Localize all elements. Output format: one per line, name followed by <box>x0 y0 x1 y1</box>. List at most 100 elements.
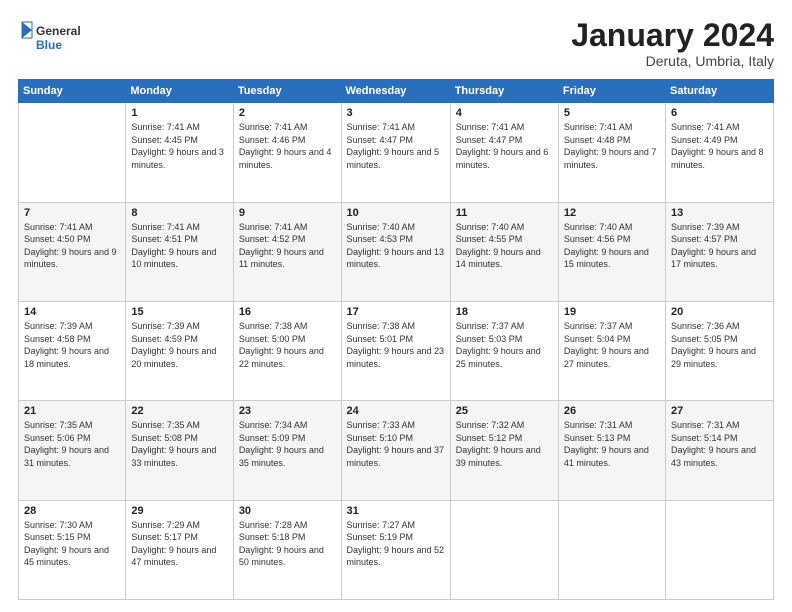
cell-info: Sunrise: 7:41 AM Sunset: 4:49 PM Dayligh… <box>671 121 768 171</box>
table-cell: 3 Sunrise: 7:41 AM Sunset: 4:47 PM Dayli… <box>341 103 450 202</box>
table-cell: 12 Sunrise: 7:40 AM Sunset: 4:56 PM Dayl… <box>558 202 665 301</box>
cell-daylight: Daylight: 9 hours and 13 minutes. <box>347 246 445 271</box>
cell-date: 22 <box>131 405 227 417</box>
table-cell <box>558 500 665 599</box>
cell-sunset: Sunset: 4:53 PM <box>347 233 445 246</box>
cell-sunrise: Sunrise: 7:41 AM <box>564 121 660 134</box>
cell-daylight: Daylight: 9 hours and 50 minutes. <box>239 544 336 569</box>
cell-date: 4 <box>456 107 553 119</box>
cell-sunrise: Sunrise: 7:31 AM <box>671 419 768 432</box>
cell-info: Sunrise: 7:41 AM Sunset: 4:45 PM Dayligh… <box>131 121 227 171</box>
cell-daylight: Daylight: 9 hours and 27 minutes. <box>564 345 660 370</box>
cell-sunset: Sunset: 5:09 PM <box>239 432 336 445</box>
cell-sunrise: Sunrise: 7:39 AM <box>131 320 227 333</box>
cell-date: 20 <box>671 306 768 318</box>
table-cell: 17 Sunrise: 7:38 AM Sunset: 5:01 PM Dayl… <box>341 301 450 400</box>
cell-info: Sunrise: 7:41 AM Sunset: 4:50 PM Dayligh… <box>24 221 120 271</box>
table-cell: 6 Sunrise: 7:41 AM Sunset: 4:49 PM Dayli… <box>665 103 773 202</box>
svg-text:Blue: Blue <box>36 38 62 52</box>
cell-info: Sunrise: 7:27 AM Sunset: 5:19 PM Dayligh… <box>347 519 445 569</box>
cell-date: 15 <box>131 306 227 318</box>
cell-sunrise: Sunrise: 7:38 AM <box>239 320 336 333</box>
cell-info: Sunrise: 7:38 AM Sunset: 5:00 PM Dayligh… <box>239 320 336 370</box>
header: General Blue January 2024 Deruta, Umbria… <box>18 18 774 69</box>
cell-sunrise: Sunrise: 7:30 AM <box>24 519 120 532</box>
cell-date: 17 <box>347 306 445 318</box>
cell-sunset: Sunset: 4:58 PM <box>24 333 120 346</box>
table-cell: 25 Sunrise: 7:32 AM Sunset: 5:12 PM Dayl… <box>450 401 558 500</box>
cell-daylight: Daylight: 9 hours and 39 minutes. <box>456 444 553 469</box>
table-cell: 7 Sunrise: 7:41 AM Sunset: 4:50 PM Dayli… <box>19 202 126 301</box>
cell-sunset: Sunset: 5:05 PM <box>671 333 768 346</box>
week-row-4: 21 Sunrise: 7:35 AM Sunset: 5:06 PM Dayl… <box>19 401 774 500</box>
cell-date: 12 <box>564 207 660 219</box>
cell-date: 10 <box>347 207 445 219</box>
cell-date: 18 <box>456 306 553 318</box>
cell-sunrise: Sunrise: 7:37 AM <box>456 320 553 333</box>
cell-daylight: Daylight: 9 hours and 10 minutes. <box>131 246 227 271</box>
weekday-header-row: Sunday Monday Tuesday Wednesday Thursday… <box>19 80 774 103</box>
cell-sunset: Sunset: 5:15 PM <box>24 531 120 544</box>
cell-date: 16 <box>239 306 336 318</box>
table-cell: 15 Sunrise: 7:39 AM Sunset: 4:59 PM Dayl… <box>126 301 233 400</box>
cell-sunset: Sunset: 4:50 PM <box>24 233 120 246</box>
header-thursday: Thursday <box>450 80 558 103</box>
header-saturday: Saturday <box>665 80 773 103</box>
cell-info: Sunrise: 7:41 AM Sunset: 4:46 PM Dayligh… <box>239 121 336 171</box>
cell-daylight: Daylight: 9 hours and 45 minutes. <box>24 544 120 569</box>
table-cell <box>665 500 773 599</box>
cell-sunset: Sunset: 5:13 PM <box>564 432 660 445</box>
cell-daylight: Daylight: 9 hours and 23 minutes. <box>347 345 445 370</box>
cell-sunrise: Sunrise: 7:41 AM <box>456 121 553 134</box>
header-wednesday: Wednesday <box>341 80 450 103</box>
cell-date: 7 <box>24 207 120 219</box>
cell-info: Sunrise: 7:33 AM Sunset: 5:10 PM Dayligh… <box>347 419 445 469</box>
cell-info: Sunrise: 7:32 AM Sunset: 5:12 PM Dayligh… <box>456 419 553 469</box>
cell-sunrise: Sunrise: 7:41 AM <box>347 121 445 134</box>
cell-sunset: Sunset: 5:03 PM <box>456 333 553 346</box>
cell-info: Sunrise: 7:37 AM Sunset: 5:04 PM Dayligh… <box>564 320 660 370</box>
cell-sunrise: Sunrise: 7:38 AM <box>347 320 445 333</box>
cell-sunrise: Sunrise: 7:41 AM <box>671 121 768 134</box>
table-cell: 10 Sunrise: 7:40 AM Sunset: 4:53 PM Dayl… <box>341 202 450 301</box>
cell-date: 27 <box>671 405 768 417</box>
table-cell: 16 Sunrise: 7:38 AM Sunset: 5:00 PM Dayl… <box>233 301 341 400</box>
table-cell <box>450 500 558 599</box>
cell-info: Sunrise: 7:31 AM Sunset: 5:13 PM Dayligh… <box>564 419 660 469</box>
cell-info: Sunrise: 7:41 AM Sunset: 4:51 PM Dayligh… <box>131 221 227 271</box>
cell-sunrise: Sunrise: 7:41 AM <box>239 221 336 234</box>
cell-date: 30 <box>239 505 336 517</box>
table-cell: 19 Sunrise: 7:37 AM Sunset: 5:04 PM Dayl… <box>558 301 665 400</box>
cell-sunrise: Sunrise: 7:36 AM <box>671 320 768 333</box>
cell-sunset: Sunset: 5:10 PM <box>347 432 445 445</box>
cell-daylight: Daylight: 9 hours and 14 minutes. <box>456 246 553 271</box>
cell-date: 29 <box>131 505 227 517</box>
cell-sunrise: Sunrise: 7:41 AM <box>131 121 227 134</box>
table-cell: 20 Sunrise: 7:36 AM Sunset: 5:05 PM Dayl… <box>665 301 773 400</box>
cell-sunset: Sunset: 5:01 PM <box>347 333 445 346</box>
cell-date: 19 <box>564 306 660 318</box>
table-cell: 27 Sunrise: 7:31 AM Sunset: 5:14 PM Dayl… <box>665 401 773 500</box>
cell-sunset: Sunset: 4:45 PM <box>131 134 227 147</box>
table-cell: 22 Sunrise: 7:35 AM Sunset: 5:08 PM Dayl… <box>126 401 233 500</box>
cell-date: 13 <box>671 207 768 219</box>
week-row-1: 1 Sunrise: 7:41 AM Sunset: 4:45 PM Dayli… <box>19 103 774 202</box>
logo: General Blue <box>18 18 88 58</box>
cell-sunrise: Sunrise: 7:34 AM <box>239 419 336 432</box>
cell-date: 23 <box>239 405 336 417</box>
cell-sunset: Sunset: 5:06 PM <box>24 432 120 445</box>
cell-info: Sunrise: 7:39 AM Sunset: 4:57 PM Dayligh… <box>671 221 768 271</box>
cell-sunrise: Sunrise: 7:41 AM <box>239 121 336 134</box>
cell-sunset: Sunset: 4:48 PM <box>564 134 660 147</box>
cell-info: Sunrise: 7:34 AM Sunset: 5:09 PM Dayligh… <box>239 419 336 469</box>
cell-date: 31 <box>347 505 445 517</box>
cell-sunset: Sunset: 4:56 PM <box>564 233 660 246</box>
header-friday: Friday <box>558 80 665 103</box>
cell-date: 14 <box>24 306 120 318</box>
table-cell: 31 Sunrise: 7:27 AM Sunset: 5:19 PM Dayl… <box>341 500 450 599</box>
cell-sunset: Sunset: 5:14 PM <box>671 432 768 445</box>
cell-date: 8 <box>131 207 227 219</box>
cell-date: 2 <box>239 107 336 119</box>
table-cell: 30 Sunrise: 7:28 AM Sunset: 5:18 PM Dayl… <box>233 500 341 599</box>
cell-sunset: Sunset: 4:59 PM <box>131 333 227 346</box>
